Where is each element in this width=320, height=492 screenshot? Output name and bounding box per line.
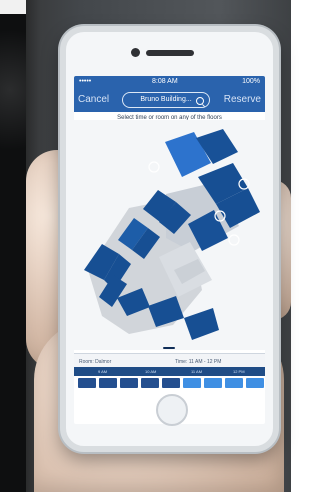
time-tick: 12 PM [233,369,245,374]
time-slot[interactable] [246,378,264,388]
phone-top-bezel [66,32,273,76]
time-slot[interactable] [99,378,117,388]
time-slot[interactable] [78,378,96,388]
top-white-strip [0,0,26,14]
time-tick: 10 AM [145,369,157,374]
status-time: 8:08 AM [152,78,178,85]
signal-indicator: ••••• [79,78,92,85]
photo-background: ••••• 8:08 AM 100% Cancel Bruno Building… [0,0,291,492]
time-tick: 9 AM [98,369,108,374]
cancel-button[interactable]: Cancel [78,94,109,105]
time-slot[interactable] [162,378,180,388]
earpiece-speaker [146,50,194,56]
time-slot[interactable] [225,378,243,388]
front-camera-icon [131,48,140,57]
selected-time: Time: 11 AM - 12 PM [175,359,222,365]
booking-info-bar: Room: Dalmor Time: 11 AM - 12 PM [74,353,265,368]
navigation-bar: Cancel Bruno Building... Reserve [74,88,265,112]
status-bar: ••••• 8:08 AM 100% [74,76,265,88]
selected-room: Room: Dalmor [79,359,112,365]
time-slot[interactable] [141,378,159,388]
home-button[interactable] [156,394,188,426]
time-slot[interactable] [183,378,201,388]
time-slot-row [74,376,265,390]
time-axis: 9 AM 10 AM 11 AM 12 PM [74,367,265,376]
building-search-field[interactable]: Bruno Building... [122,92,210,108]
time-slot[interactable] [120,378,138,388]
floor-map[interactable] [74,120,265,350]
building-search-text: Bruno Building... [140,96,192,103]
reserve-button[interactable]: Reserve [224,94,261,105]
drawer-handle[interactable] [163,347,175,349]
battery-level: 100% [242,78,260,85]
time-tick: 11 AM [191,369,203,374]
search-icon [196,97,204,105]
smartphone: ••••• 8:08 AM 100% Cancel Bruno Building… [60,26,279,452]
phone-screen: ••••• 8:08 AM 100% Cancel Bruno Building… [74,76,265,424]
time-slot[interactable] [204,378,222,388]
